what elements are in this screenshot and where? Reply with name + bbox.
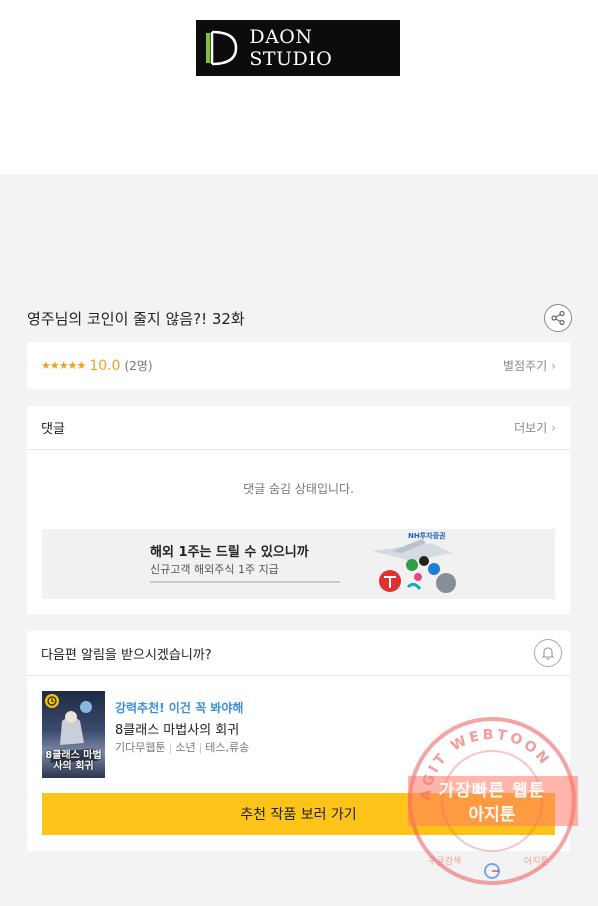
episode-title: 영주님의 코인이 줄지 않음?! 32화 (27, 309, 245, 328)
recommendation-title[interactable]: 8클래스 마법사의 회귀 (115, 719, 239, 738)
google-icon (484, 863, 500, 879)
watermark-bottom-left: 구글검색 (428, 855, 461, 867)
thumbnail-title: 8클래스 마법사의 회귀 (45, 750, 102, 772)
share-button[interactable] (544, 304, 572, 332)
logo-text: DAON STUDIO (249, 26, 333, 70)
comment-label: 댓글 (41, 422, 65, 437)
comment-hidden-message: 댓글 숨김 상태입니다. (243, 482, 354, 496)
comment-header: 댓글 더보기 › (27, 406, 570, 450)
rating-summary: ★★★★★ 10.0 (2명) (41, 357, 153, 374)
rating-score: 10.0 (89, 357, 121, 374)
studio-logo: DAON STUDIO (196, 20, 400, 76)
rating-stars: ★★★★★ (41, 359, 86, 372)
watermark-bottom-right: 아지툰 (524, 856, 549, 867)
ad-subtitle: 신규고객 해외주식 1주 지급 (150, 563, 279, 576)
ad-illustration (372, 539, 456, 593)
notify-bell-button[interactable] (534, 639, 562, 667)
comment-more-button[interactable]: 더보기 › (514, 419, 556, 436)
meta-genre: 소년 (175, 741, 196, 754)
share-icon (551, 310, 565, 326)
recommended-thumbnail[interactable]: 8클래스 마법사의 회귀 (42, 691, 105, 778)
watermark-line1: 가장빠른 웹툰 (438, 781, 546, 801)
ad-brand: NH투자증권 (408, 532, 446, 540)
ad-banner[interactable]: 해외 1주는 드릴 수 있으니까 신규고객 해외주식 1주 지급 NH투자증권 (42, 529, 555, 599)
chevron-right-icon: › (551, 358, 556, 373)
meta-authors: 테스,류송 (205, 741, 250, 754)
meta-category: 기다무웹툰 (115, 741, 166, 754)
recommendation-tag: 강력추천! 이건 꼭 봐야해 (115, 701, 244, 715)
episode-title-row: 영주님의 코인이 줄지 않음?! 32화 (27, 300, 572, 336)
notify-question: 다음편 알림을 받으시겠습니까? (41, 647, 212, 663)
watermark-line2: 아지툰 (468, 805, 516, 825)
logo-mark-icon (196, 20, 243, 76)
recommendation-meta: 기다무웹툰 | 소년 | 테스,류송 (115, 741, 250, 754)
watermark-stamp: AGIT WEBTOON 구글검색 아지툰 가장빠른 웹툰 아지툰 (406, 716, 578, 886)
chevron-right-icon: › (551, 420, 556, 435)
comment-card: 댓글 더보기 › 댓글 숨김 상태입니다. 해외 1주는 드릴 수 있으니까 신… (27, 406, 570, 614)
rating-count: (2명) (124, 359, 153, 373)
rate-button-label: 별점주기 (503, 359, 548, 373)
ad-title: 해외 1주는 드릴 수 있으니까 (150, 545, 309, 560)
rating-card: ★★★★★ 10.0 (2명) 별점주기 › (27, 342, 570, 389)
comment-more-label: 더보기 (514, 421, 548, 435)
rate-button[interactable]: 별점주기 › (503, 357, 556, 374)
ad-fine-print (150, 579, 340, 587)
notify-header: 다음편 알림을 받으시겠습니까? (27, 631, 570, 676)
bell-icon (541, 647, 555, 660)
